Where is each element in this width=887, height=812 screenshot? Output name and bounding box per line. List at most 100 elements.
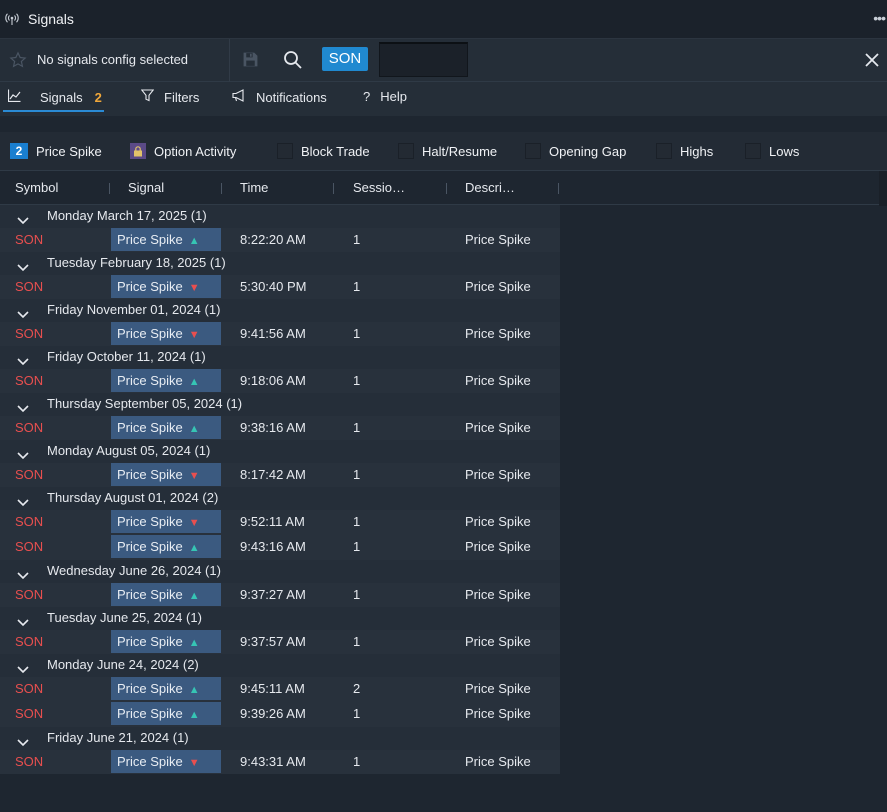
symbol-cell[interactable]: SON [15, 681, 43, 696]
table-row[interactable]: SON Price Spike ▲ 9:37:27 AM 1 Price Spike [0, 583, 560, 607]
chip-opening-gap[interactable]: Opening Gap [522, 139, 640, 163]
save-icon[interactable] [242, 51, 259, 71]
signal-cell[interactable]: Price Spike ▼ [111, 463, 221, 486]
group-row[interactable]: Friday November 01, 2024 (1) [0, 299, 560, 322]
signal-cell[interactable]: Price Spike ▲ [111, 535, 221, 558]
chevron-down-icon[interactable] [17, 212, 29, 228]
tab-signals[interactable]: Signals 2 [7, 89, 102, 105]
chevron-down-icon[interactable] [17, 567, 29, 583]
signal-cell[interactable]: Price Spike ▲ [111, 677, 221, 700]
chevron-down-icon[interactable] [17, 494, 29, 510]
group-row[interactable]: Monday June 24, 2024 (2) [0, 654, 560, 677]
signal-cell[interactable]: Price Spike ▲ [111, 702, 221, 725]
group-row[interactable]: Tuesday June 25, 2024 (1) [0, 607, 560, 630]
table-row[interactable]: SON Price Spike ▼ 9:52:11 AM 1 Price Spike [0, 510, 560, 535]
chevron-down-icon[interactable] [17, 614, 29, 630]
more-menu-button[interactable]: ••• [873, 10, 886, 26]
table-row[interactable]: SON Price Spike ▼ 8:17:42 AM 1 Price Spike [0, 463, 560, 487]
signal-type-filter-bar: 2 Price Spike Option Activity Block Trad… [0, 132, 887, 170]
chevron-down-icon[interactable] [17, 353, 29, 369]
group-row[interactable]: Wednesday June 26, 2024 (1) [0, 560, 560, 583]
group-title: Tuesday June 25, 2024 (1) [47, 610, 202, 625]
close-icon[interactable] [864, 52, 880, 71]
signal-label: Price Spike [117, 681, 183, 696]
group-row[interactable]: Thursday September 05, 2024 (1) [0, 393, 560, 416]
table-row[interactable]: SON Price Spike ▲ 9:45:11 AM 2 Price Spike [0, 677, 560, 702]
column-header-description[interactable]: Descri… [465, 180, 515, 195]
group-row[interactable]: Thursday August 01, 2024 (2) [0, 487, 560, 510]
time-cell: 8:17:42 AM [240, 467, 306, 482]
symbol-cell[interactable]: SON [15, 587, 43, 602]
symbol-cell[interactable]: SON [15, 326, 43, 341]
group-row[interactable]: Friday October 11, 2024 (1) [0, 346, 560, 369]
symbol-cell[interactable]: SON [15, 467, 43, 482]
table-row[interactable]: SON Price Spike ▲ 8:22:20 AM 1 Price Spike [0, 228, 560, 252]
chip-price-spike[interactable]: 2 Price Spike [7, 139, 114, 163]
chip-label: Highs [680, 143, 714, 159]
chip-lows[interactable]: Lows [742, 139, 815, 163]
symbol-cell[interactable]: SON [15, 279, 43, 294]
group-row[interactable]: Monday August 05, 2024 (1) [0, 440, 560, 463]
symbol-cell[interactable]: SON [15, 514, 43, 529]
symbol-cell[interactable]: SON [15, 420, 43, 435]
signal-cell[interactable]: Price Spike ▲ [111, 416, 221, 439]
signal-cell[interactable]: Price Spike ▼ [111, 275, 221, 298]
group-row[interactable]: Monday March 17, 2025 (1) [0, 205, 560, 228]
search-icon[interactable] [283, 50, 303, 73]
ticker-input[interactable] [379, 42, 468, 77]
star-icon[interactable] [9, 51, 27, 72]
table-row[interactable]: SON Price Spike ▲ 9:37:57 AM 1 Price Spike [0, 630, 560, 654]
signal-cell[interactable]: Price Spike ▼ [111, 750, 221, 773]
table-row[interactable]: SON Price Spike ▼ 9:41:56 AM 1 Price Spike [0, 322, 560, 346]
group-row[interactable]: Friday June 21, 2024 (1) [0, 727, 560, 750]
group-title: Wednesday June 26, 2024 (1) [47, 563, 221, 578]
chevron-down-icon[interactable] [17, 447, 29, 463]
ticker-badge[interactable]: SON [322, 47, 368, 71]
column-resizer[interactable] [221, 183, 222, 194]
column-resizer[interactable] [333, 183, 334, 194]
chip-option-activity[interactable]: Option Activity [127, 139, 260, 163]
column-header-symbol[interactable]: Symbol [15, 180, 58, 195]
column-header-time[interactable]: Time [240, 180, 268, 195]
chevron-down-icon[interactable] [17, 400, 29, 416]
signal-cell[interactable]: Price Spike ▼ [111, 322, 221, 345]
symbol-cell[interactable]: SON [15, 634, 43, 649]
symbol-cell[interactable]: SON [15, 539, 43, 554]
signal-cell[interactable]: Price Spike ▲ [111, 228, 221, 251]
column-header-signal[interactable]: Signal [128, 180, 164, 195]
column-header-session[interactable]: Sessio… [353, 180, 405, 195]
group-row[interactable]: Tuesday February 18, 2025 (1) [0, 252, 560, 275]
scrollbar-track[interactable] [879, 171, 887, 206]
symbol-cell[interactable]: SON [15, 232, 43, 247]
chip-highs[interactable]: Highs [653, 139, 729, 163]
symbol-cell[interactable]: SON [15, 754, 43, 769]
chevron-down-icon[interactable] [17, 259, 29, 275]
tab-filters[interactable]: Filters [140, 89, 199, 105]
table-row[interactable]: SON Price Spike ▲ 9:43:16 AM 1 Price Spike [0, 535, 560, 560]
column-resizer[interactable] [109, 183, 110, 194]
arrow-down-icon: ▼ [188, 282, 200, 294]
tab-help[interactable]: ? Help [363, 89, 407, 104]
signal-cell[interactable]: Price Spike ▲ [111, 583, 221, 606]
description-cell: Price Spike [465, 467, 531, 482]
signal-cell[interactable]: Price Spike ▼ [111, 510, 221, 533]
chevron-down-icon[interactable] [17, 734, 29, 750]
chip-halt-resume[interactable]: Halt/Resume [395, 139, 509, 163]
symbol-cell[interactable]: SON [15, 706, 43, 721]
table-row[interactable]: SON Price Spike ▲ 9:18:06 AM 1 Price Spike [0, 369, 560, 393]
table-row[interactable]: SON Price Spike ▼ 5:30:40 PM 1 Price Spike [0, 275, 560, 299]
signal-label: Price Spike [117, 279, 183, 294]
table-row[interactable]: SON Price Spike ▼ 9:43:31 AM 1 Price Spike [0, 750, 560, 774]
tab-notifications[interactable]: Notifications [232, 89, 327, 105]
table-row[interactable]: SON Price Spike ▲ 9:38:16 AM 1 Price Spike [0, 416, 560, 440]
table-row[interactable]: SON Price Spike ▲ 9:39:26 AM 1 Price Spike [0, 702, 560, 727]
symbol-cell[interactable]: SON [15, 373, 43, 388]
column-resizer[interactable] [446, 183, 447, 194]
signal-cell[interactable]: Price Spike ▲ [111, 630, 221, 653]
chevron-down-icon[interactable] [17, 306, 29, 322]
chip-block-trade[interactable]: Block Trade [274, 139, 382, 163]
chevron-down-icon[interactable] [17, 661, 29, 677]
arrow-down-icon: ▼ [188, 329, 200, 341]
column-resizer[interactable] [558, 183, 559, 194]
signal-cell[interactable]: Price Spike ▲ [111, 369, 221, 392]
